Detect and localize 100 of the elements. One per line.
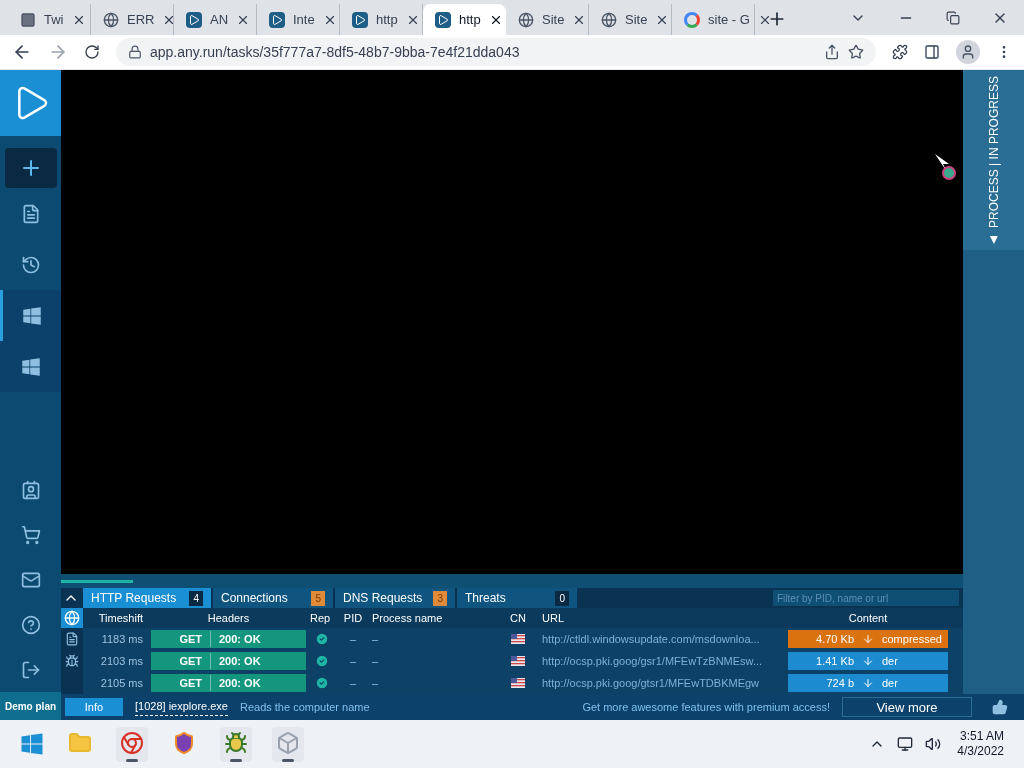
table-cell-text: – bbox=[371, 675, 380, 691]
logo-icon[interactable] bbox=[0, 70, 61, 136]
arrow-down-icon bbox=[862, 633, 874, 645]
globe-icon[interactable] bbox=[64, 610, 80, 626]
url-cell-text: http://ocsp.pki.goog/gtsr1/MFEwTDBKMEgw bbox=[541, 675, 761, 691]
running-indicator bbox=[126, 758, 138, 762]
shield-icon[interactable] bbox=[172, 730, 196, 755]
tab-title: Site bbox=[625, 10, 648, 29]
size-text: 1.41 Kb bbox=[815, 653, 854, 669]
flag-icon bbox=[511, 678, 525, 688]
type-text: compressed bbox=[882, 631, 942, 647]
url-cell-text: http://ctldl.windowsupdate.com/msdownloa... bbox=[541, 631, 761, 647]
table-cell-text: – bbox=[348, 675, 358, 691]
side-panel[interactable]: PROCESS | IN PROGRESS bbox=[963, 70, 1024, 694]
tab-title: AN bbox=[210, 10, 229, 29]
table-cell-text: 2105 ms bbox=[99, 675, 144, 691]
count-badge: 0 bbox=[555, 590, 569, 606]
tab-label: HTTP Requests bbox=[91, 590, 177, 607]
running-indicator bbox=[282, 758, 294, 762]
running-indicator bbox=[230, 758, 242, 762]
clock-time: 3:51 AM bbox=[959, 729, 1004, 744]
info-button[interactable]: Info bbox=[65, 698, 123, 716]
method-text: GET bbox=[151, 630, 211, 648]
count-badge: 3 bbox=[433, 590, 447, 606]
tab-label: Threats bbox=[465, 590, 506, 607]
panel-tab[interactable]: Threats 0 bbox=[457, 588, 577, 608]
tab-title: http bbox=[459, 10, 481, 29]
view-more-button[interactable]: View more bbox=[842, 697, 972, 717]
address-field[interactable]: app.any.run/tasks/35f777a7-8df5-48b7-9bba-7e4f21dda043 bbox=[116, 38, 876, 66]
url-text: app.any.run/tasks/35f777a7-8df5-48b7-9bba-7e4f21dda043 bbox=[150, 42, 520, 62]
thumbs-up-icon[interactable] bbox=[992, 699, 1008, 715]
promo-text: Get more awesome features with premium access! bbox=[582, 699, 830, 715]
tab-title: site - G bbox=[708, 10, 750, 29]
table-cell-text: – bbox=[348, 653, 358, 669]
filter-field[interactable]: Filter by PID, name or url bbox=[773, 590, 959, 606]
browser-tab[interactable]: http bbox=[423, 4, 506, 35]
arrow-down-icon bbox=[862, 677, 874, 689]
square-icon bbox=[20, 11, 36, 28]
status-text: 200: OK bbox=[218, 631, 261, 647]
table-cell-text: 1183 ms bbox=[100, 631, 144, 647]
help-icon[interactable] bbox=[20, 614, 41, 635]
globe-icon bbox=[103, 11, 119, 28]
process-link[interactable]: [1028] iexplore.exe bbox=[135, 698, 228, 716]
avatar-icon[interactable] bbox=[956, 40, 980, 64]
g-logo-icon bbox=[684, 11, 700, 28]
cart-icon[interactable] bbox=[20, 524, 41, 545]
puzzle-icon[interactable] bbox=[892, 44, 908, 60]
play-logo-icon bbox=[186, 11, 202, 28]
taskbar-app[interactable] bbox=[220, 726, 252, 762]
panel-tab[interactable]: HTTP Requests 4 bbox=[83, 588, 211, 608]
new-task-button[interactable] bbox=[4, 148, 57, 188]
globe-icon bbox=[518, 11, 534, 28]
column-header: PID bbox=[342, 610, 364, 626]
tab-title: http bbox=[376, 10, 398, 29]
tab-title: ERR bbox=[127, 10, 155, 29]
play-logo-icon bbox=[269, 11, 285, 28]
table-cell-text: – bbox=[371, 653, 380, 669]
taskbar-app[interactable] bbox=[116, 726, 148, 762]
column-header: Timeshift bbox=[97, 610, 144, 626]
taskbar-app[interactable] bbox=[272, 726, 304, 762]
method-text: GET bbox=[151, 652, 211, 670]
start-icon[interactable] bbox=[20, 732, 44, 756]
network-icon[interactable] bbox=[897, 736, 914, 752]
panel-tab[interactable]: DNS Requests 3 bbox=[335, 588, 455, 608]
chrome-icon[interactable] bbox=[120, 730, 144, 755]
method-text: GET bbox=[151, 674, 211, 692]
restore-icon[interactable] bbox=[946, 10, 960, 25]
check-icon bbox=[315, 632, 329, 646]
arrow-down-icon bbox=[862, 655, 874, 667]
column-header: CN bbox=[509, 610, 527, 626]
share-icon[interactable] bbox=[824, 44, 840, 60]
reload-icon[interactable] bbox=[84, 44, 100, 60]
windows-icon[interactable] bbox=[20, 356, 41, 377]
side-panel-icon[interactable] bbox=[924, 44, 940, 60]
plan-label: Demo plan bbox=[4, 699, 57, 714]
document-icon[interactable] bbox=[65, 632, 79, 646]
tab-title: Inte bbox=[293, 10, 315, 29]
flag-icon bbox=[511, 656, 525, 666]
clock-date: 4/3/2022 bbox=[957, 744, 1004, 759]
panel-label: PROCESS | IN PROGRESS bbox=[985, 76, 1002, 228]
bug-icon[interactable] bbox=[224, 730, 248, 755]
column-header: URL bbox=[541, 610, 565, 626]
tab-label: Connections bbox=[221, 590, 288, 607]
count-badge: 5 bbox=[311, 590, 325, 606]
bug-icon[interactable] bbox=[65, 654, 79, 668]
star-icon[interactable] bbox=[848, 44, 864, 60]
column-header: Rep bbox=[309, 610, 332, 626]
cursor-icon bbox=[933, 152, 957, 180]
play-logo-icon bbox=[435, 11, 451, 28]
table-cell-text: – bbox=[371, 631, 380, 647]
url-cell-text: http://ocsp.pki.goog/gsr1/MFEwTzBNMEsw... bbox=[541, 653, 764, 669]
windows-icon[interactable] bbox=[22, 305, 42, 326]
tab-title: Site bbox=[542, 10, 565, 29]
contact-icon[interactable] bbox=[20, 479, 41, 500]
history-icon[interactable] bbox=[20, 254, 41, 275]
logout-icon[interactable] bbox=[20, 659, 41, 680]
volume-icon[interactable] bbox=[925, 736, 942, 752]
panel-tab[interactable]: Connections 5 bbox=[213, 588, 333, 608]
tab-title: Twi bbox=[44, 10, 64, 29]
table-cell-text: 2103 ms bbox=[99, 653, 144, 669]
